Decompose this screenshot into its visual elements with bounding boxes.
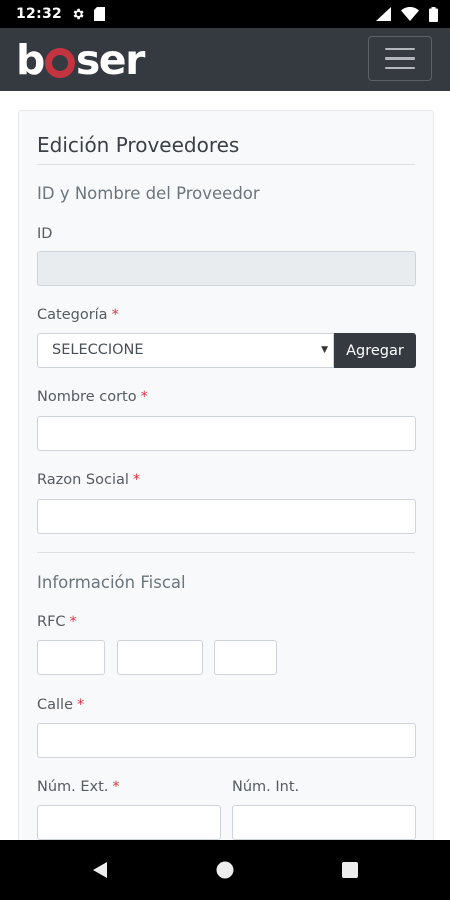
back-icon[interactable] — [90, 860, 110, 880]
menu-bar-line — [385, 57, 415, 60]
battery-icon — [429, 6, 438, 22]
home-icon[interactable] — [215, 860, 235, 880]
categoria-label: Categoría * — [37, 307, 119, 323]
sd-card-icon — [94, 7, 106, 21]
rfc-input-1[interactable] — [37, 640, 105, 675]
id-field — [37, 251, 416, 286]
section-heading-fiscal: Información Fiscal — [37, 573, 186, 592]
system-nav-bar — [0, 840, 450, 900]
required-asterisk: * — [69, 614, 77, 630]
settings-gear-icon — [71, 7, 85, 21]
page-content[interactable]: Edición Proveedores ID y Nombre del Prov… — [0, 91, 450, 840]
rfc-input-3[interactable] — [214, 640, 277, 675]
boser-logo[interactable]: b ser — [16, 35, 145, 84]
divider — [37, 164, 415, 165]
wifi-icon — [401, 7, 419, 21]
divider — [37, 552, 415, 553]
agregar-button[interactable]: Agregar — [334, 333, 416, 368]
num-int-label: Núm. Int. — [232, 779, 300, 795]
calle-input[interactable] — [37, 723, 416, 758]
required-asterisk: * — [132, 472, 141, 488]
logo-text-ser: ser — [75, 35, 145, 84]
required-asterisk: * — [140, 389, 148, 405]
supplier-form-card: Edición Proveedores ID y Nombre del Prov… — [18, 110, 434, 840]
signal-icon — [376, 7, 391, 21]
categoria-selected-value: SELECCIONE — [52, 342, 144, 358]
recents-icon[interactable] — [340, 860, 360, 880]
status-time: 12:32 — [16, 6, 63, 22]
section-heading-id-name: ID y Nombre del Proveedor — [37, 184, 260, 203]
required-asterisk: * — [77, 697, 85, 713]
status-bar: 12:32 — [0, 0, 450, 28]
required-asterisk: * — [112, 779, 120, 795]
nombre-corto-input[interactable] — [37, 416, 416, 451]
num-int-input[interactable] — [232, 805, 416, 840]
menu-bar-line — [385, 47, 415, 51]
rfc-label: RFC * — [37, 614, 77, 630]
logo-o-ring — [44, 47, 75, 78]
dropdown-caret-icon: ▼ — [321, 345, 328, 355]
id-label: ID — [37, 226, 53, 242]
required-asterisk: * — [111, 307, 119, 323]
page-title: Edición Proveedores — [37, 133, 240, 157]
hamburger-menu-icon[interactable] — [368, 36, 432, 81]
app-navbar: b ser — [0, 28, 450, 91]
menu-bar-line — [385, 66, 415, 70]
calle-label: Calle * — [37, 697, 85, 713]
categoria-select[interactable]: SELECCIONE ▼ — [37, 333, 334, 368]
razon-social-label: Razon Social * — [37, 472, 141, 488]
num-ext-input[interactable] — [37, 805, 221, 840]
logo-text-b: b — [16, 35, 45, 84]
razon-social-input[interactable] — [37, 499, 416, 534]
nombre-corto-label: Nombre corto * — [37, 389, 148, 405]
num-ext-label: Núm. Ext. * — [37, 779, 120, 795]
rfc-input-2[interactable] — [117, 640, 203, 675]
